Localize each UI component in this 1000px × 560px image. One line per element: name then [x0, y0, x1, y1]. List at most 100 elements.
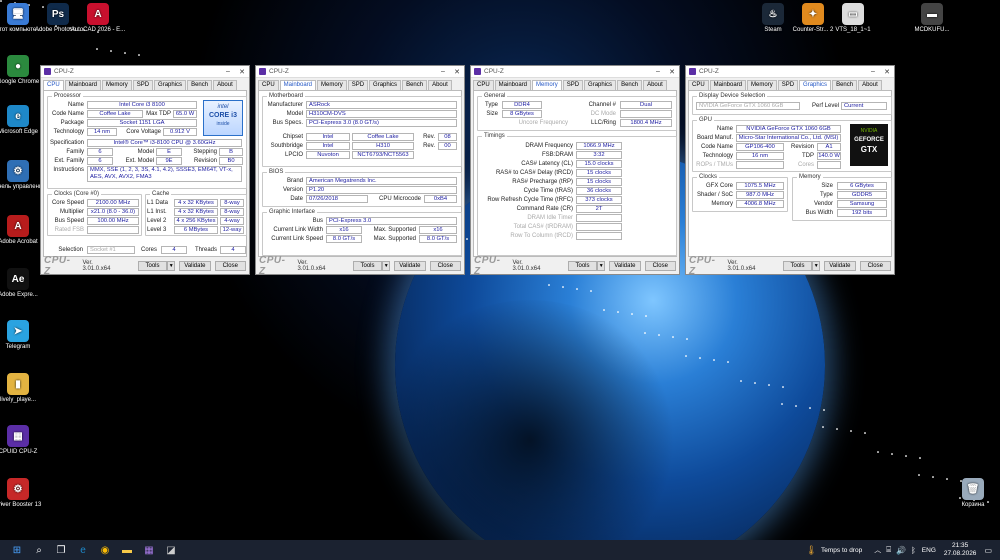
tab-mainboard[interactable]: Mainboard — [279, 80, 317, 90]
tools-dropdown-icon[interactable]: ▼ — [812, 260, 821, 271]
tab-cpu[interactable]: CPU — [688, 80, 709, 90]
cpuz-window-mainboard[interactable]: CPU-Z – ✕ CPU Mainboard Memory SPD Graphics Ben… — [255, 65, 465, 277]
minimize-icon[interactable]: – — [866, 68, 880, 76]
tab-about[interactable]: About — [643, 80, 667, 90]
group-title: Display Device Selection — [697, 93, 768, 99]
window-footer: CPU-Z Ver. 3.01.0.x64 Tools ▼ Validate Close — [41, 255, 249, 277]
chrome-taskbar-icon[interactable]: ◉ — [96, 543, 114, 557]
task-view-icon[interactable]: ❐ — [52, 543, 70, 557]
tab-graphics[interactable]: Graphics — [154, 80, 187, 90]
tab-spd[interactable]: SPD — [562, 80, 584, 90]
family-value: 6 — [87, 148, 113, 156]
media-taskbar-icon[interactable]: ◪ — [162, 543, 180, 557]
minimize-icon[interactable]: – — [221, 68, 235, 76]
tab-mainboard[interactable]: Mainboard — [494, 80, 532, 90]
tab-cpu[interactable]: CPU — [258, 80, 279, 90]
tab-memory[interactable]: Memory — [102, 80, 132, 90]
minimize-icon[interactable]: – — [651, 68, 665, 76]
tab-bench[interactable]: Bench — [187, 80, 213, 90]
tools-dropdown-icon[interactable]: ▼ — [167, 260, 176, 271]
network-icon[interactable]: ⌸ — [886, 545, 891, 555]
group-title: Clocks — [697, 174, 720, 180]
validate-button[interactable]: Validate — [179, 260, 211, 271]
desktop-shortcut[interactable]: ➤ Telegram — [0, 320, 48, 351]
cpuz-taskbar-icon[interactable]: ▦ — [140, 543, 158, 557]
tab-spd[interactable]: SPD — [132, 80, 154, 90]
desktop-shortcut[interactable]: ▭ VTS_18_1~1 — [823, 3, 883, 34]
tab-spd[interactable]: SPD — [347, 80, 369, 90]
clock[interactable]: 21:35 27.08.2026 — [944, 542, 977, 558]
tab-bench[interactable]: Bench — [402, 80, 428, 90]
close-icon[interactable]: ✕ — [235, 68, 249, 76]
cpuz-window-cpu[interactable]: CPU-Z – ✕ CPU Mainboard Memory SPD Graphics Ben… — [40, 65, 250, 277]
validate-button[interactable]: Validate — [824, 260, 856, 271]
title-bar[interactable]: CPU-Z – ✕ — [256, 66, 464, 78]
multiplier-value: x21.0 (8.0 - 36.0) — [87, 208, 139, 216]
cpuz-window-memory[interactable]: CPU-Z – ✕ CPU Mainboard Memory SPD Graphics Ben… — [470, 65, 680, 277]
cpuz-window-graphics[interactable]: CPU-Z – ✕ CPU Mainboard Memory SPD Graphics Ben… — [685, 65, 895, 277]
tools-button[interactable]: Tools — [567, 260, 598, 271]
tools-dropdown-icon[interactable]: ▼ — [382, 260, 391, 271]
explorer-taskbar-icon[interactable]: ▬ — [118, 543, 136, 557]
tab-graphics[interactable]: Graphics — [584, 80, 617, 90]
tab-graphics[interactable]: Graphics — [369, 80, 402, 90]
search-icon[interactable]: ⌕ — [30, 543, 48, 557]
tab-graphics[interactable]: Graphics — [799, 80, 832, 90]
validate-button[interactable]: Validate — [394, 260, 426, 271]
close-button[interactable]: Close — [859, 260, 891, 271]
close-icon[interactable]: ✕ — [665, 68, 679, 76]
close-button[interactable]: Close — [214, 260, 246, 271]
desktop-shortcut[interactable]: ▦ CPUID CPU-Z — [0, 425, 48, 456]
tab-bench[interactable]: Bench — [832, 80, 858, 90]
tab-mainboard[interactable]: Mainboard — [64, 80, 102, 90]
close-icon[interactable]: ✕ — [450, 68, 464, 76]
tray-chevron-icon[interactable]: ︿ — [874, 545, 881, 555]
bluetooth-icon[interactable]: ᛒ — [911, 546, 916, 555]
start-icon[interactable]: ⊞ — [8, 543, 26, 557]
tab-bench[interactable]: Bench — [617, 80, 643, 90]
validate-button[interactable]: Validate — [609, 260, 641, 271]
language-indicator[interactable]: ENG — [922, 547, 936, 554]
display-device-select[interactable]: NVIDIA GeForce GTX 1060 6GB — [696, 102, 800, 110]
tab-spd[interactable]: SPD — [777, 80, 799, 90]
close-button[interactable]: Close — [644, 260, 676, 271]
tab-cpu[interactable]: CPU — [43, 80, 64, 90]
perf-level-select[interactable]: Current — [841, 102, 887, 110]
edge-taskbar-icon[interactable]: e — [74, 543, 92, 557]
minimize-icon[interactable]: – — [436, 68, 450, 76]
tab-memory[interactable]: Memory — [532, 80, 562, 90]
tab-cpu[interactable]: CPU — [473, 80, 494, 90]
socket-select[interactable]: Socket #1 — [87, 246, 135, 254]
tab-about[interactable]: About — [428, 80, 452, 90]
label: RAS# to CAS# Delay (tRCD) — [495, 170, 573, 176]
close-button[interactable]: Close — [429, 260, 461, 271]
desktop-shortcut[interactable]: ▬ MCDKUFU... — [902, 3, 962, 34]
label: Current Link Width — [273, 227, 323, 233]
desktop-shortcut[interactable]: A AutoCAD 2026 - E... — [68, 3, 128, 34]
l2-value: 4 x 256 KBytes — [174, 217, 218, 225]
tab-mainboard[interactable]: Mainboard — [709, 80, 747, 90]
tools-dropdown-icon[interactable]: ▼ — [597, 260, 606, 271]
close-icon[interactable]: ✕ — [880, 68, 894, 76]
tab-about[interactable]: About — [213, 80, 237, 90]
tools-button[interactable]: Tools — [782, 260, 813, 271]
tools-button[interactable]: Tools — [352, 260, 383, 271]
desktop-shortcut[interactable]: 🗑 Корзина — [943, 478, 1000, 509]
label: DC Mode — [590, 111, 616, 117]
l3-value: 6 MBytes — [174, 226, 218, 234]
star — [603, 309, 605, 311]
desktop-shortcut[interactable]: ▮ lively_playe... — [0, 373, 48, 404]
tab-about[interactable]: About — [858, 80, 882, 90]
speaker-icon[interactable]: 🔊 — [896, 546, 906, 555]
tools-button[interactable]: Tools — [137, 260, 168, 271]
label: Code Name — [700, 144, 733, 150]
tab-memory[interactable]: Memory — [317, 80, 347, 90]
trfc-value: 373 clocks — [576, 196, 622, 204]
notification-icon[interactable]: ▭ — [984, 546, 992, 555]
desktop-shortcut[interactable]: ⚙ Driver Booster 13 — [0, 478, 48, 509]
title-bar[interactable]: CPU-Z – ✕ — [471, 66, 679, 78]
title-bar[interactable]: CPU-Z – ✕ — [41, 66, 249, 78]
tab-memory[interactable]: Memory — [747, 80, 777, 90]
title-bar[interactable]: CPU-Z – ✕ — [686, 66, 894, 78]
weather-text[interactable]: Temps to drop — [821, 547, 862, 554]
